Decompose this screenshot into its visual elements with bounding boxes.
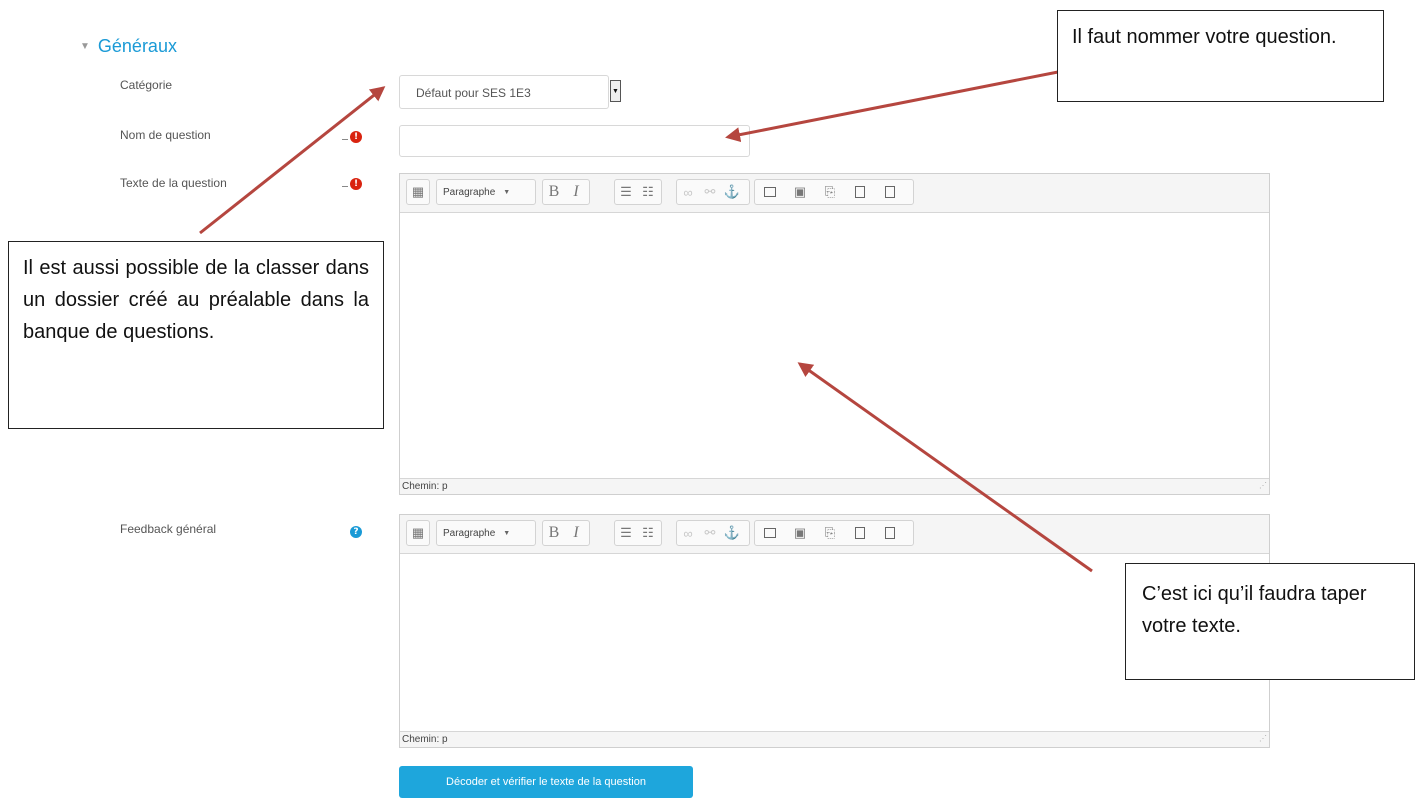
arrow-to-editor-area xyxy=(797,362,1093,573)
arrow-to-category-select xyxy=(199,86,386,235)
annotation-text-note: C’est ici qu’il faudra taper votre texte… xyxy=(1125,563,1415,680)
annotation-category-note: Il est aussi possible de la classer dans… xyxy=(8,241,384,429)
arrow-to-name-input xyxy=(725,70,1059,143)
annotation-name-note: Il faut nommer votre question. xyxy=(1057,10,1384,102)
